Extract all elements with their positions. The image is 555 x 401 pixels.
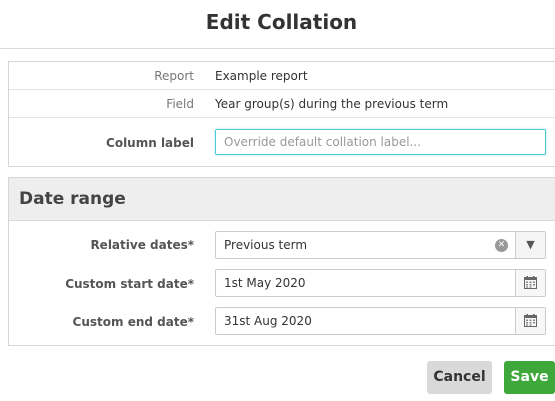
save-button[interactable]: Save xyxy=(504,361,555,394)
start-date-input[interactable]: 1st May 2020 xyxy=(215,269,546,297)
date-range-panel: Date range Relative dates* Previous term… xyxy=(8,177,555,346)
end-date-label: Custom end date* xyxy=(72,315,194,329)
column-label-input[interactable] xyxy=(215,129,546,155)
report-label: Report xyxy=(154,69,194,83)
start-date-value: 1st May 2020 xyxy=(224,276,306,290)
cancel-button[interactable]: Cancel xyxy=(427,361,492,394)
collation-fields-panel: Report Example report Field Year group(s… xyxy=(8,61,555,167)
field-label: Field xyxy=(166,97,194,111)
date-range-header: Date range xyxy=(9,178,555,221)
date-range-title: Date range xyxy=(19,189,126,209)
end-date-value: 31st Aug 2020 xyxy=(224,314,312,328)
report-value: Example report xyxy=(215,69,308,83)
field-row: Field Year group(s) during the previous … xyxy=(9,90,555,118)
relative-dates-select[interactable]: Previous term ✕ ▼ xyxy=(215,231,546,259)
relative-dates-label: Relative dates* xyxy=(90,238,194,252)
chevron-down-icon[interactable]: ▼ xyxy=(515,232,545,258)
report-row: Report Example report xyxy=(9,62,555,90)
clear-icon[interactable]: ✕ xyxy=(495,239,508,252)
field-value: Year group(s) during the previous term xyxy=(215,97,449,111)
column-label-row: Column label xyxy=(9,118,555,167)
column-label-label: Column label xyxy=(106,136,194,150)
start-date-label: Custom start date* xyxy=(65,277,194,291)
dialog-title: Edit Collation xyxy=(205,10,358,34)
calendar-icon[interactable] xyxy=(515,270,545,296)
end-date-input[interactable]: 31st Aug 2020 xyxy=(215,307,546,335)
relative-dates-value: Previous term xyxy=(224,238,308,252)
calendar-icon[interactable] xyxy=(515,308,545,334)
title-divider xyxy=(0,48,555,49)
